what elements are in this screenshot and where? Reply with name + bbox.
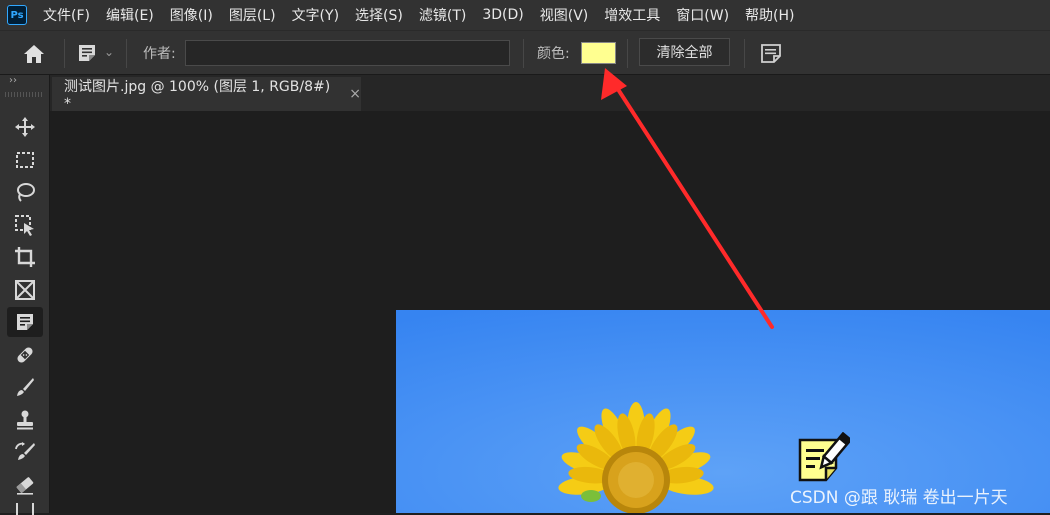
object-selection-icon xyxy=(15,215,34,236)
frame-tool[interactable] xyxy=(7,275,43,305)
brush-tool[interactable] xyxy=(7,372,43,402)
clone-stamp-icon xyxy=(17,410,33,430)
separator xyxy=(64,39,65,68)
note-color-swatch[interactable] xyxy=(581,42,616,64)
options-bar: ⌄ 作者: 颜色: 清除全部 xyxy=(0,30,1050,75)
crop-tool[interactable] xyxy=(7,242,43,272)
document-tab-title: 测试图片.jpg @ 100% (图层 1, RGB/8#) * xyxy=(64,79,331,112)
lasso-tool[interactable] xyxy=(7,177,43,207)
collapse-toolbar-button[interactable]: ›› xyxy=(9,75,17,86)
home-icon xyxy=(24,45,44,63)
menu-select[interactable]: 选择(S) xyxy=(355,5,403,25)
object-selection-tool[interactable] xyxy=(7,210,43,240)
menu-bar: Ps 文件(F) 编辑(E) 图像(I) 图层(L) 文字(Y) 选择(S) 滤… xyxy=(0,0,1050,30)
author-label: 作者: xyxy=(143,46,176,62)
toolbar-grip[interactable] xyxy=(5,92,43,97)
menu-help[interactable]: 帮助(H) xyxy=(745,5,794,25)
document-tab-strip: 测试图片.jpg @ 100% (图层 1, RGB/8#) * × xyxy=(50,75,1050,112)
author-input[interactable] xyxy=(185,40,510,66)
separator xyxy=(523,39,524,68)
healing-brush-tool[interactable] xyxy=(7,340,43,370)
lasso-icon xyxy=(17,183,35,202)
note-annotation[interactable] xyxy=(798,431,853,484)
separator xyxy=(744,39,745,68)
menu-window[interactable]: 窗口(W) xyxy=(676,5,729,25)
history-brush-icon xyxy=(15,442,35,460)
note-icon xyxy=(79,45,95,61)
rectangular-marquee-icon xyxy=(16,152,34,168)
watermark-text: CSDN @跟 耿瑞 卷出一片天 xyxy=(790,488,1008,508)
frame-icon xyxy=(15,280,35,300)
close-icon[interactable]: × xyxy=(349,86,361,102)
chevron-down-icon[interactable]: ⌄ xyxy=(104,45,114,59)
home-button[interactable] xyxy=(18,41,50,67)
gradient-icon xyxy=(16,503,34,515)
gradient-tool[interactable] xyxy=(7,503,43,515)
photoshop-logo: Ps xyxy=(7,5,27,25)
move-tool-icon xyxy=(15,117,35,137)
menu-image[interactable]: 图像(I) xyxy=(170,5,213,25)
menu-filter[interactable]: 滤镜(T) xyxy=(419,5,466,25)
eraser-icon xyxy=(16,477,34,495)
tool-preset-picker[interactable] xyxy=(76,43,98,63)
clear-all-button[interactable]: 清除全部 xyxy=(639,38,730,66)
note-tool[interactable] xyxy=(7,307,43,337)
clone-stamp-tool[interactable] xyxy=(7,405,43,435)
menu-edit[interactable]: 编辑(E) xyxy=(106,5,154,25)
note-annotation-icon xyxy=(798,431,853,482)
eraser-tool[interactable] xyxy=(7,470,43,500)
menu-plugins[interactable]: 增效工具 xyxy=(604,5,660,25)
menu-3d[interactable]: 3D(D) xyxy=(482,7,523,23)
crop-icon xyxy=(15,247,35,267)
marquee-tool[interactable] xyxy=(7,145,43,175)
color-label: 颜色: xyxy=(537,46,570,62)
menu-layer[interactable]: 图层(L) xyxy=(229,5,276,25)
history-brush-tool[interactable] xyxy=(7,437,43,467)
separator xyxy=(126,39,127,68)
tools-panel: ›› xyxy=(0,75,50,515)
menu-type[interactable]: 文字(Y) xyxy=(292,5,339,25)
separator xyxy=(627,39,628,68)
brush-icon xyxy=(17,378,34,396)
menu-view[interactable]: 视图(V) xyxy=(540,5,589,25)
document-tab[interactable]: 测试图片.jpg @ 100% (图层 1, RGB/8#) * × xyxy=(52,77,361,112)
menu-file[interactable]: 文件(F) xyxy=(43,5,90,25)
notes-panel-icon xyxy=(761,44,781,63)
healing-brush-icon xyxy=(17,347,33,363)
notes-panel-button[interactable] xyxy=(760,42,782,64)
move-tool[interactable] xyxy=(7,112,43,142)
note-tool-icon xyxy=(17,314,33,330)
